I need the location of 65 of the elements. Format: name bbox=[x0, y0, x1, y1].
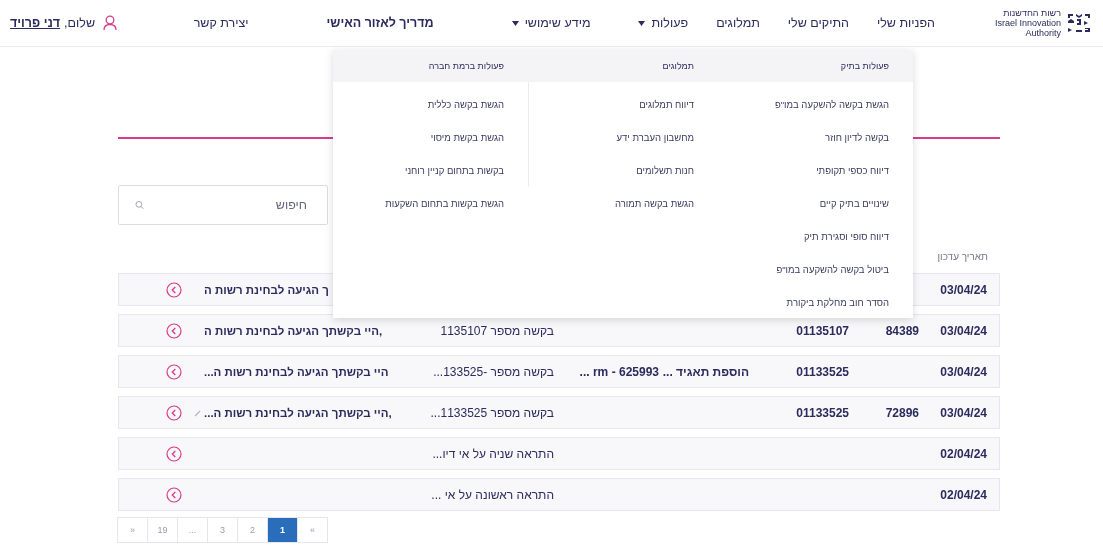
menu-heading: פעולות בתיק bbox=[840, 61, 889, 71]
chevron-icon[interactable] bbox=[166, 281, 182, 298]
menu-item[interactable]: דיווח סופי וסגירת תיק bbox=[804, 231, 889, 243]
menu-heading: תמלוגים bbox=[662, 61, 694, 71]
chevron-icon[interactable] bbox=[166, 404, 182, 421]
menu-item[interactable]: הסדר חוב מחלקת ביקורת bbox=[786, 297, 889, 309]
menu-item[interactable]: הגשת בקשה כללית bbox=[427, 99, 504, 111]
table-cell: התראה ראשונה על אי ... bbox=[431, 487, 554, 502]
table-cell: בקשה מספר -133525... bbox=[433, 364, 554, 379]
logo-text: רשות החדשנות bbox=[1002, 8, 1061, 18]
greeting-text: שלום, bbox=[64, 16, 96, 30]
menu-item[interactable]: הגשת בקשה להשקעה במו"פ bbox=[774, 99, 889, 111]
chevron-icon[interactable] bbox=[166, 445, 182, 462]
nav-link[interactable]: מדריך לאזור האישי bbox=[262, 16, 462, 30]
table-cell: ך הגיעה לבחינת רשות ה bbox=[204, 283, 329, 296]
user-icon bbox=[103, 15, 118, 31]
table-cell: התראה שניה על אי דיו... bbox=[432, 446, 554, 461]
date-cell-text: 03/04/24 bbox=[939, 364, 988, 379]
date-cell-text: 03/04/24 bbox=[939, 282, 988, 297]
menu-item[interactable]: מחשבון העברת ידע bbox=[616, 132, 694, 144]
chevron-icon[interactable] bbox=[166, 486, 182, 503]
chevron-icon[interactable] bbox=[166, 322, 182, 339]
table-cell: בקשה מספר 1135107 bbox=[440, 323, 554, 338]
search-input[interactable]: חיפוש bbox=[144, 197, 311, 213]
date-cell-text: 02/04/24 bbox=[939, 487, 988, 502]
nav-link[interactable]: תמלוגים bbox=[702, 16, 774, 30]
menu-heading: פעולות ברמת חברה bbox=[428, 61, 504, 71]
date-cell-text: 03/04/24 bbox=[939, 323, 988, 338]
nav-link[interactable]: הפניות שלי bbox=[863, 16, 941, 30]
table-cell: rm - 625993 ... bbox=[579, 364, 659, 379]
user-name-link[interactable]: דני פרויד bbox=[10, 16, 61, 30]
table-cell: היי בקשתך הגיעה לבחינת רשות ה... bbox=[204, 365, 389, 378]
menu-item[interactable]: הגשת בקשה תמורה bbox=[614, 198, 694, 210]
date-cell-text: 03/04/24 bbox=[939, 405, 988, 420]
search-icon bbox=[135, 198, 144, 212]
table-cell: 84389 bbox=[885, 323, 919, 338]
date-cell-text: 02/04/24 bbox=[939, 446, 988, 461]
nav-link[interactable]: מידע שימושי bbox=[461, 16, 625, 30]
nav-link[interactable]: פעולות bbox=[624, 16, 703, 30]
table-cell: 01133525 bbox=[796, 405, 849, 420]
nav-link[interactable]: יצירת קשר bbox=[179, 16, 263, 30]
menu-item[interactable]: שינויים בתיק קיים bbox=[819, 198, 889, 210]
menu-item[interactable]: דיווח תמלוגים bbox=[639, 99, 694, 111]
menu-item[interactable]: בקשה לדיון חוזר bbox=[825, 132, 889, 144]
column-header: תאריך עדכון bbox=[937, 251, 988, 262]
page-button[interactable]: 1 bbox=[267, 517, 298, 543]
table-cell: בקשה מספר 1133525... bbox=[430, 405, 554, 420]
nav-link[interactable]: התיקים שלי bbox=[773, 16, 863, 30]
logo-icon bbox=[1067, 12, 1091, 34]
search-field[interactable]: חיפוש bbox=[118, 185, 328, 225]
chevron-icon[interactable] bbox=[166, 363, 182, 380]
table-cell: 01133525 bbox=[796, 364, 849, 379]
table-cell: ,היי בקשתך הגיעה לבחינת רשות ה bbox=[204, 324, 383, 337]
table-cell: 72896 bbox=[885, 405, 919, 420]
table-cell: 01135107 bbox=[796, 323, 849, 338]
menu-item[interactable]: בקשות בתחום קניין רוחני bbox=[404, 165, 504, 177]
menu-item[interactable]: הגשת בקשת מיסוי bbox=[430, 132, 504, 144]
logo-text: Israel Innovation bbox=[994, 18, 1061, 28]
menu-item[interactable]: חנות תשלומים bbox=[636, 165, 694, 177]
menu-item[interactable]: דיווח כספי תקופתי bbox=[816, 165, 889, 177]
table-cell: הוספת תאגיד ... bbox=[662, 364, 749, 379]
menu-item[interactable]: ביטול בקשה להשקעה במו"פ bbox=[776, 264, 889, 276]
table-cell: ,היי בקשתך הגיעה לבחינת רשות ה... bbox=[204, 406, 392, 419]
menu-item[interactable]: הגשת בקשות בתחום השקעות bbox=[385, 198, 504, 210]
logo-text: Authority bbox=[1024, 28, 1061, 38]
